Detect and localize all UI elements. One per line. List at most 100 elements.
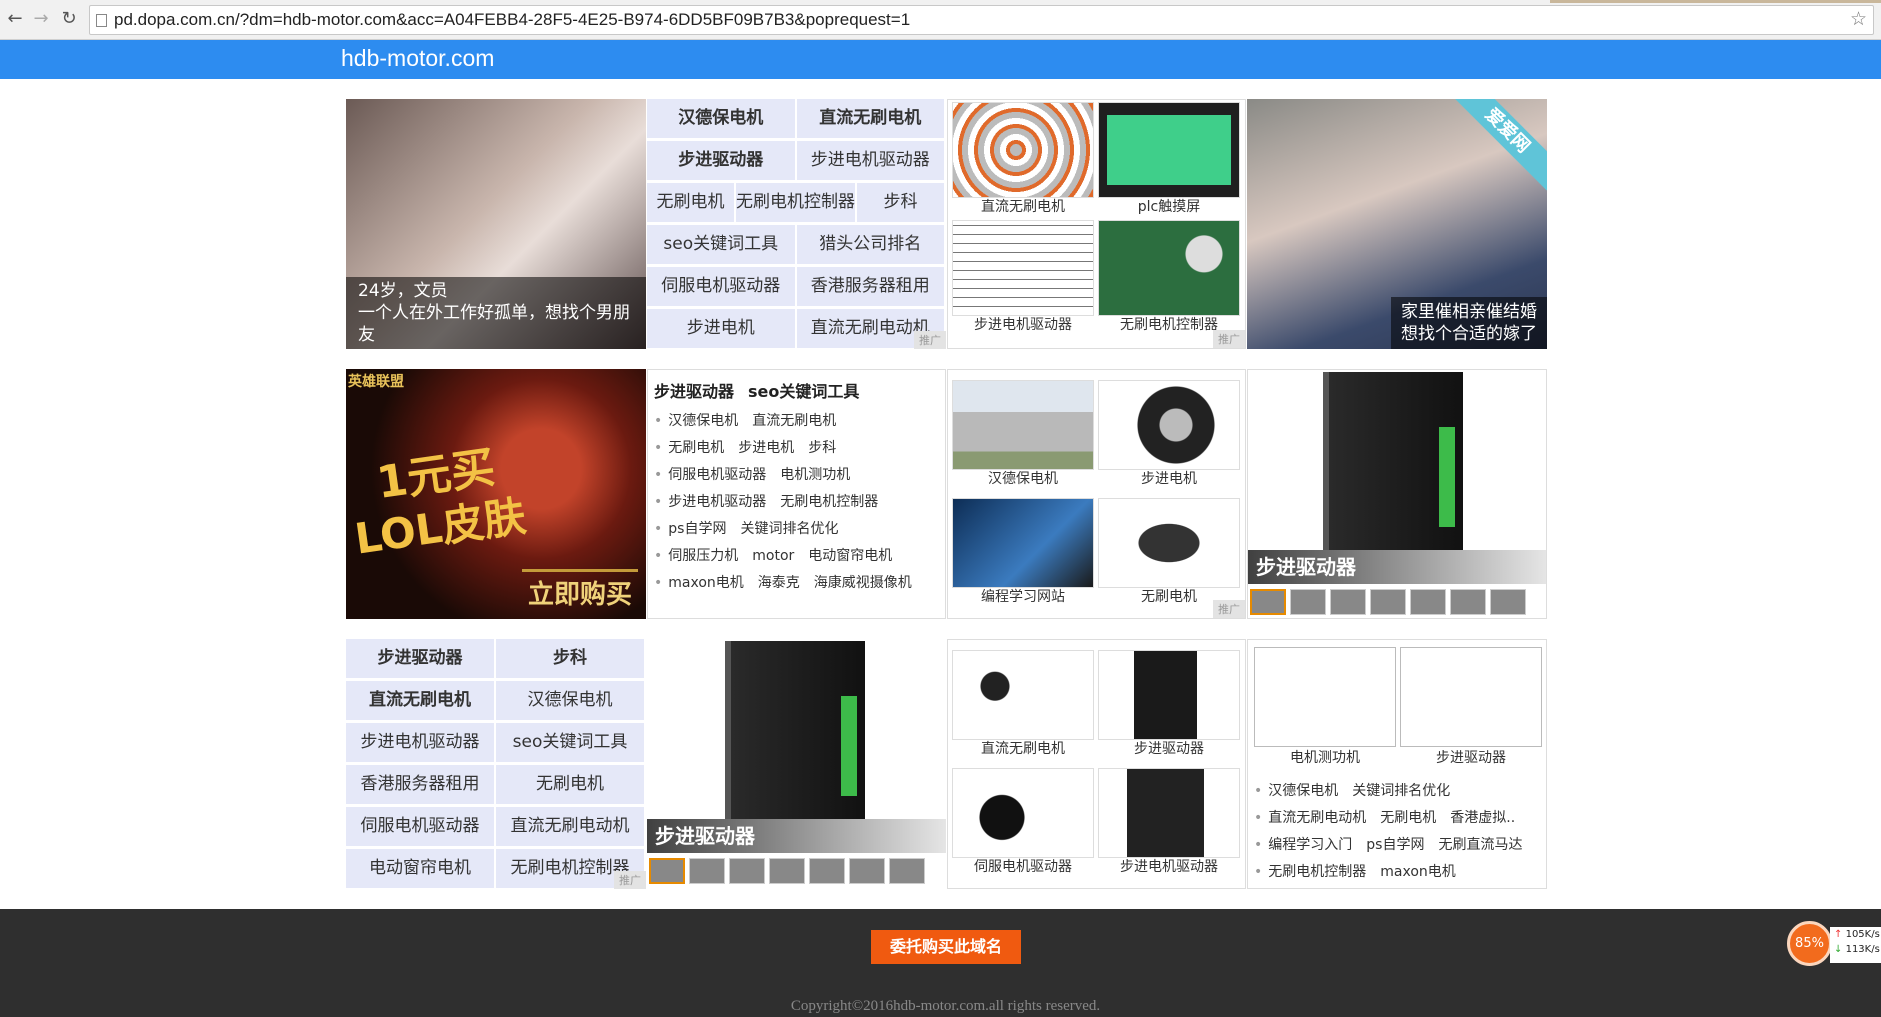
list-item: • 步进电机驱动器 无刷电机控制器	[654, 489, 945, 516]
reload-icon[interactable]: ↻	[58, 8, 80, 30]
keyword-link[interactable]: ps自学网	[1366, 837, 1424, 853]
keyword-link[interactable]: 步科	[808, 440, 836, 456]
url-text[interactable]: pd.dopa.com.cn/?dm=hdb-motor.com&acc=A04…	[114, 10, 910, 30]
keyword-row: 步进电机驱动器 seo关键词工具	[346, 723, 646, 765]
keyword-link[interactable]: 直流无刷电动机	[1268, 810, 1366, 826]
keyword-link[interactable]: 汉德保电机	[496, 681, 644, 720]
keyword-link[interactable]: motor	[752, 548, 794, 564]
keyword-link[interactable]: seo关键词工具	[647, 225, 795, 264]
keyword-link[interactable]: 无刷电机控制器	[780, 494, 878, 510]
site-title[interactable]: hdb-motor.com	[341, 45, 494, 72]
strip-thumb[interactable]	[1450, 589, 1486, 615]
thumb-item[interactable]: 无刷电机控制器	[1098, 220, 1240, 334]
keyword-link[interactable]: 伺服压力机	[668, 548, 738, 564]
address-bar[interactable]: pd.dopa.com.cn/?dm=hdb-motor.com&acc=A04…	[89, 5, 1874, 35]
keyword-link[interactable]: 关键词排名优化	[740, 521, 838, 537]
keyword-link[interactable]: 海康威视摄像机	[814, 575, 912, 591]
keyword-link[interactable]: 步进驱动器	[647, 141, 795, 180]
keyword-link[interactable]: 步科	[857, 183, 944, 222]
keyword-link[interactable]: 香港服务器租用	[796, 267, 944, 306]
strip-thumb[interactable]	[1410, 589, 1446, 615]
keyword-link[interactable]: 直流无刷电机	[752, 413, 836, 429]
keyword-link[interactable]: 电动窗帘电机	[808, 548, 892, 564]
keyword-link[interactable]: ps自学网	[668, 521, 726, 537]
keyword-link[interactable]: 伺服电机驱动器	[668, 467, 766, 483]
keyword-link[interactable]: 无刷直流马达	[1438, 837, 1522, 853]
keyword-link[interactable]: 编程学习入门	[1268, 837, 1352, 853]
keyword-link[interactable]: 无刷电机控制器	[1268, 864, 1366, 880]
keyword-link[interactable]: 步进电机驱动器	[346, 723, 494, 762]
speed-widget[interactable]: 85%	[1787, 921, 1832, 966]
thumb-item[interactable]: 电机测功机	[1254, 647, 1396, 767]
strip-thumb[interactable]	[889, 858, 925, 884]
keyword-link[interactable]: 步科	[496, 639, 644, 678]
keyword-link[interactable]: 步进电机驱动器	[796, 141, 944, 180]
dating-photo-ad[interactable]: 爱爱网 家里催相亲催结婚 想找个合适的嫁了	[1247, 99, 1547, 349]
keyword-link[interactable]: 香港服务器租用	[346, 765, 494, 804]
list-head-item[interactable]: seo关键词工具	[748, 382, 859, 401]
buy-domain-button[interactable]: 委托购买此域名	[871, 930, 1021, 964]
strip-thumb[interactable]	[849, 858, 885, 884]
thumb-item[interactable]: 步进驱动器	[1400, 647, 1542, 767]
back-arrow-icon[interactable]: ←	[4, 8, 26, 30]
thumb-item[interactable]: 步进电机	[1098, 380, 1240, 488]
thumb-item[interactable]: 伺服电机驱动器	[952, 768, 1094, 876]
page-icon	[96, 14, 107, 27]
keyword-link[interactable]: 汉德保电机	[1268, 783, 1338, 799]
keyword-link[interactable]: seo关键词工具	[496, 723, 644, 762]
girl-photo-ad[interactable]: 24岁，文员 一个人在外工作好孤单，想找个男朋友	[346, 99, 646, 349]
thumb-item[interactable]: 直流无刷电机	[952, 102, 1094, 216]
forward-arrow-icon[interactable]: →	[30, 8, 52, 30]
thumb-item[interactable]: 步进电机驱动器	[952, 220, 1094, 334]
keyword-link[interactable]: 香港虚拟..	[1450, 810, 1515, 826]
keyword-link[interactable]: 无刷电机	[647, 183, 734, 222]
keyword-link[interactable]: 海泰克	[758, 575, 800, 591]
keyword-link[interactable]: 伺服电机驱动器	[346, 807, 494, 846]
thumb-item[interactable]: plc触摸屏	[1098, 102, 1240, 216]
keyword-link[interactable]: 步进电机驱动器	[668, 494, 766, 510]
keyword-link[interactable]: 直流无刷电机	[796, 99, 944, 138]
keyword-link[interactable]: 直流无刷电动机	[496, 807, 644, 846]
strip-thumb[interactable]	[1370, 589, 1406, 615]
keyword-link[interactable]: maxon电机	[1380, 864, 1456, 880]
thumb-item[interactable]: 无刷电机	[1098, 498, 1240, 606]
keyword-link[interactable]: 直流无刷电机	[346, 681, 494, 720]
keyword-link[interactable]: 电机测功机	[780, 467, 850, 483]
keyword-link[interactable]: 无刷电机	[496, 765, 644, 804]
strip-thumb[interactable]	[1330, 589, 1366, 615]
strip-thumb[interactable]	[809, 858, 845, 884]
keyword-link[interactable]: 步进电机	[738, 440, 794, 456]
strip-thumb[interactable]	[1290, 589, 1326, 615]
keyword-link[interactable]: 汉德保电机	[647, 99, 795, 138]
keyword-link[interactable]: maxon电机	[668, 575, 744, 591]
keyword-row: 无刷电机 无刷电机控制器 步科	[647, 183, 946, 225]
strip-thumb[interactable]	[689, 858, 725, 884]
keyword-link[interactable]: 步进电机	[647, 309, 795, 348]
keyword-link[interactable]: 伺服电机驱动器	[647, 267, 795, 306]
strip-thumb[interactable]	[649, 858, 685, 884]
ad-tag: 推广	[1213, 330, 1245, 348]
strip-thumb[interactable]	[1250, 589, 1286, 615]
thumb-item[interactable]: 步进驱动器	[1098, 650, 1240, 758]
thumb-item[interactable]: 编程学习网站	[952, 498, 1094, 606]
thumb-item[interactable]: 汉德保电机	[952, 380, 1094, 488]
strip-thumb[interactable]	[769, 858, 805, 884]
strip-thumb[interactable]	[729, 858, 765, 884]
thumb-item[interactable]: 步进电机驱动器	[1098, 768, 1240, 876]
list-head-item[interactable]: 步进驱动器	[654, 382, 734, 401]
keyword-link[interactable]: 无刷电机	[1380, 810, 1436, 826]
keyword-link[interactable]: 电动窗帘电机	[346, 849, 494, 888]
star-icon[interactable]: ☆	[1850, 8, 1867, 30]
strip-thumb[interactable]	[1490, 589, 1526, 615]
buy-now-button[interactable]: 立即购买	[521, 569, 638, 613]
keyword-link[interactable]: 无刷电机	[668, 440, 724, 456]
keyword-link[interactable]: 汉德保电机	[668, 413, 738, 429]
keyword-link[interactable]: 无刷电机控制器	[736, 183, 855, 222]
keyword-link[interactable]: 关键词排名优化	[1352, 783, 1450, 799]
lol-promo-banner[interactable]: 英雄联盟 1元买 LOL皮肤 立即购买	[346, 369, 646, 619]
thumb-item[interactable]: 直流无刷电机	[952, 650, 1094, 758]
keyword-link[interactable]: 猎头公司排名	[796, 225, 944, 264]
feature-product-panel[interactable]: 步进驱动器	[647, 639, 946, 889]
feature-product-panel[interactable]: 步进驱动器	[1247, 369, 1547, 619]
keyword-link[interactable]: 步进驱动器	[346, 639, 494, 678]
